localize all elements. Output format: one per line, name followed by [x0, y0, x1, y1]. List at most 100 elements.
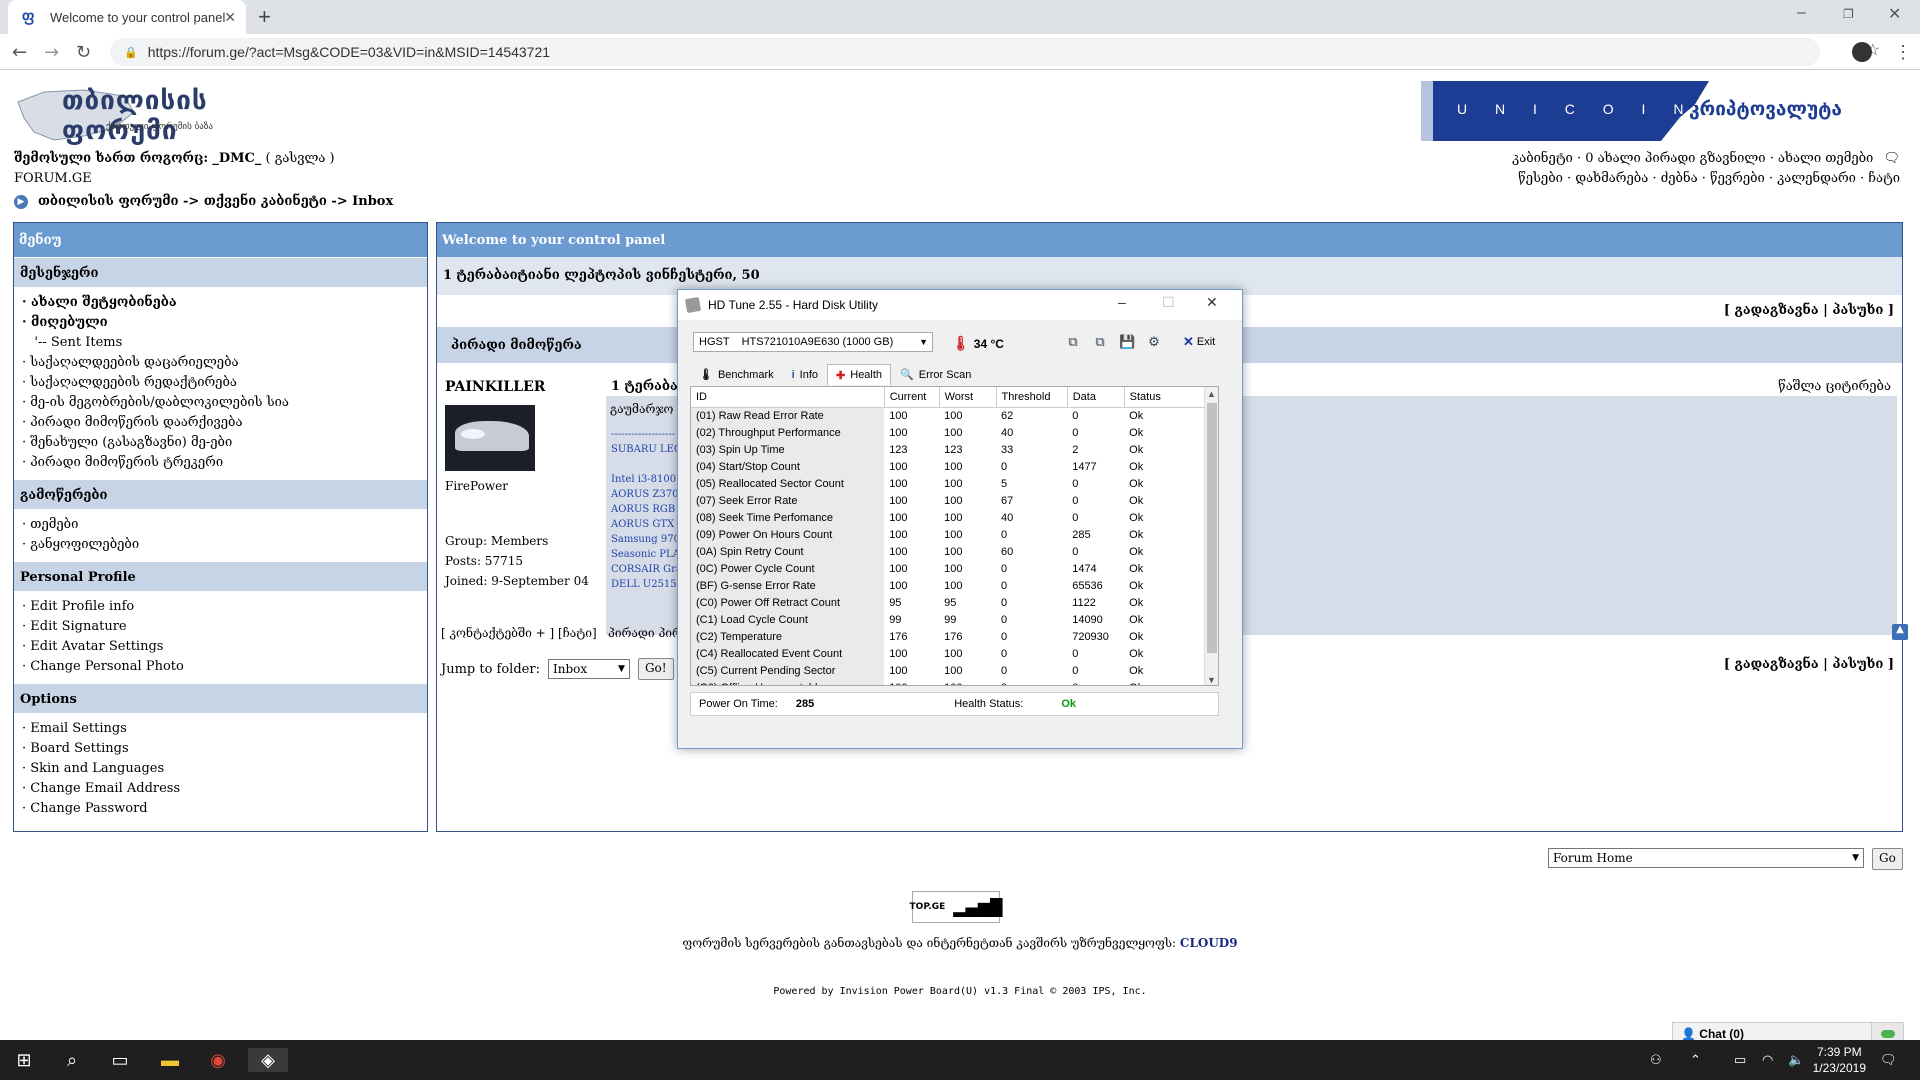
- menu-item-sent[interactable]: '-- Sent Items: [22, 333, 419, 353]
- exit-button[interactable]: ✕ Exit: [1183, 334, 1215, 350]
- menu-item-change-password[interactable]: · Change Password: [22, 799, 419, 819]
- volume-icon[interactable]: 🔈: [1788, 1052, 1804, 1068]
- task-view-icon[interactable]: ▭: [108, 1048, 132, 1072]
- column-header[interactable]: Data: [1067, 387, 1125, 408]
- menu-item-topics[interactable]: · თემები: [22, 515, 419, 535]
- menu-item-edit-signature[interactable]: · Edit Signature: [22, 617, 419, 637]
- tab-health[interactable]: ✚ Health: [827, 364, 892, 385]
- forum-home-select[interactable]: Forum Home ▼: [1548, 848, 1864, 868]
- table-row[interactable]: (07) Seek Error Rate 100 100 67 0 Ok: [691, 492, 1206, 509]
- system-clock[interactable]: 7:39 PM 1/23/2019: [1813, 1044, 1866, 1076]
- browser-tab[interactable]: ფ Welcome to your control panel ✕: [8, 0, 246, 34]
- table-row[interactable]: (C6) Offline Uncorrectable10010000Ok: [691, 679, 1206, 685]
- options-icon[interactable]: ⚙: [1146, 334, 1162, 350]
- forward-reply-links-bottom[interactable]: [ გადაგზავნა | პასუხი ]: [1724, 657, 1894, 672]
- minimize-icon[interactable]: –: [1797, 4, 1806, 22]
- column-header[interactable]: Worst: [939, 387, 997, 408]
- url-input[interactable]: 🔒 https://forum.ge/?act=Msg&CODE=03&VID=…: [110, 38, 1820, 66]
- table-row[interactable]: (0C) Power Cycle Count 100 100 0 1474 Ok: [691, 560, 1206, 577]
- menu-item-buddy-list[interactable]: · მე-ის მეგობრების/დაბლოკილების სია: [22, 393, 419, 413]
- table-row[interactable]: (01) Raw Read Error Rate 100 100 62 0 Ok: [691, 407, 1206, 424]
- reload-icon[interactable]: ↻: [76, 42, 91, 63]
- contacts-links[interactable]: [ კონტაქტებში + ] [ჩატი]: [441, 626, 597, 640]
- drive-select[interactable]: HGST HTS721010A9E630 (1000 GB) ▼: [693, 332, 933, 352]
- hdtune-taskbar-icon[interactable]: ◈: [248, 1048, 288, 1072]
- menu-item-saved[interactable]: · შენახული (გასაგზავნი) მე-ები: [22, 433, 419, 453]
- toplinks-row1[interactable]: კაბინეტი · 0 ახალი პირადი გზავნილი · ახა…: [1512, 151, 1873, 166]
- table-row[interactable]: (C4) Reallocated Event Count 100 100 0 0 Ok: [691, 645, 1206, 662]
- tab-error-scan[interactable]: 🔍 Error Scan: [891, 364, 980, 385]
- delete-quote-links[interactable]: წაშლა ციტირება: [1778, 379, 1891, 394]
- menu-icon[interactable]: ⋮: [1894, 42, 1912, 63]
- restore-icon[interactable]: ❐: [1843, 7, 1854, 21]
- menu-item-empty-folders[interactable]: · საქაღალდეების დაცარიელება: [22, 353, 419, 373]
- copy-icon[interactable]: ⧉: [1065, 334, 1081, 350]
- search-icon[interactable]: ⌕: [60, 1048, 84, 1072]
- notifications-icon[interactable]: 🗨: [1880, 1052, 1897, 1068]
- minimize-icon[interactable]: –: [1118, 294, 1126, 310]
- wifi-icon[interactable]: ◠: [1762, 1052, 1773, 1068]
- menu-item-change-photo[interactable]: · Change Personal Photo: [22, 657, 419, 677]
- table-row[interactable]: (03) Spin Up Time 123 123 33 2 Ok: [691, 441, 1206, 458]
- menu-item-tracker[interactable]: · პირადი მიმოწერის ტრეკერი: [22, 453, 419, 473]
- menu-item-edit-avatar[interactable]: · Edit Avatar Settings: [22, 637, 419, 657]
- file-explorer-icon[interactable]: ▬: [158, 1048, 182, 1072]
- windows-start-icon[interactable]: ⊞: [12, 1048, 36, 1072]
- unicoin-banner[interactable]: U N I C O I N კრიპტოვალუტა: [1421, 81, 1899, 141]
- poster-name[interactable]: PAINKILLER: [445, 379, 545, 395]
- hosting-brand-link[interactable]: CLOUD9: [1180, 936, 1238, 950]
- folder-select[interactable]: Inbox ▼: [547, 659, 630, 679]
- close-window-icon[interactable]: ✕: [1888, 4, 1901, 24]
- table-row[interactable]: (C5) Current Pending Sector 100 100 0 0 Ok: [691, 662, 1206, 679]
- table-row[interactable]: (04) Start/Stop Count 100 100 0 1477 Ok: [691, 458, 1206, 475]
- forward-icon[interactable]: →: [44, 42, 59, 63]
- close-icon[interactable]: ✕: [1206, 294, 1218, 311]
- table-row[interactable]: (05) Reallocated Sector Count 100 100 5 0 Ok: [691, 475, 1206, 492]
- table-row[interactable]: (02) Throughput Performance 100 100 40 0 Ok: [691, 424, 1206, 441]
- column-header[interactable]: Status: [1124, 387, 1207, 408]
- scroll-top-icon[interactable]: ▲: [1892, 624, 1908, 640]
- maximize-icon[interactable]: ☐: [1162, 294, 1175, 311]
- copy-all-icon[interactable]: ⧉: [1092, 334, 1108, 350]
- menu-item-change-email[interactable]: · Change Email Address: [22, 779, 419, 799]
- close-tab-icon[interactable]: ✕: [224, 9, 236, 26]
- people-icon[interactable]: ⚇: [1650, 1052, 1662, 1068]
- hdtune-titlebar[interactable]: HD Tune 2.55 - Hard Disk Utility – ☐ ✕: [678, 290, 1242, 320]
- menu-item-new-message[interactable]: · ახალი შეტყობინება: [22, 293, 419, 313]
- scroll-thumb[interactable]: [1207, 403, 1217, 653]
- tab-info[interactable]: i Info: [783, 364, 827, 385]
- table-row[interactable]: (BF) G-sense Error Rate 100 100 0 65536 Ok: [691, 577, 1206, 594]
- message-icon[interactable]: 🗨: [1883, 151, 1900, 166]
- site-toplinks[interactable]: წესები · დახმარება · ძებნა · წევრები · კ…: [1518, 171, 1900, 186]
- table-row[interactable]: (08) Seek Time Perfomance 100 100 40 0 Ok: [691, 509, 1206, 526]
- powered-by[interactable]: Powered by Invision Power Board(U) v1.3 …: [0, 986, 1920, 997]
- table-row[interactable]: (C0) Power Off Retract Count 95 95 0 1122 Ok: [691, 594, 1206, 611]
- breadcrumb-text[interactable]: თბილისის ფორუმი -> თქვენი კაბინეტი -> In…: [38, 194, 393, 209]
- table-row[interactable]: (09) Power On Hours Count 100 100 0 285 Ok: [691, 526, 1206, 543]
- forward-reply-links[interactable]: [ გადაგზავნა | პასუხი ]: [1724, 303, 1894, 318]
- scroll-down-icon[interactable]: ▼: [1207, 675, 1216, 685]
- go-button[interactable]: Go!: [637, 658, 674, 680]
- menu-item-archive[interactable]: · პირადი მიმოწერის დაარქივება: [22, 413, 419, 433]
- table-row[interactable]: (C1) Load Cycle Count 99 99 0 14090 Ok: [691, 611, 1206, 628]
- menu-item-inbox[interactable]: · მიღებული: [22, 313, 419, 333]
- column-header[interactable]: ID: [691, 387, 885, 408]
- column-header[interactable]: Threshold: [996, 387, 1068, 408]
- user-toplinks[interactable]: კაბინეტი · 0 ახალი პირადი გზავნილი · ახა…: [1512, 151, 1900, 166]
- forum-go-button[interactable]: Go: [1872, 848, 1903, 870]
- menu-item-forums[interactable]: · განყოფილებები: [22, 535, 419, 555]
- new-tab-button[interactable]: +: [258, 4, 271, 30]
- menu-item-board-settings[interactable]: · Board Settings: [22, 739, 419, 759]
- back-icon[interactable]: ←: [12, 42, 27, 63]
- column-header[interactable]: Current: [884, 387, 940, 408]
- vertical-scrollbar[interactable]: ▲ ▼: [1204, 387, 1218, 685]
- menu-item-email-settings[interactable]: · Email Settings: [22, 719, 419, 739]
- topge-counter[interactable]: TOP.GE ▂▄▆█: [910, 891, 1002, 923]
- chrome-icon[interactable]: ◉: [206, 1048, 230, 1072]
- menu-item-edit-profile[interactable]: · Edit Profile info: [22, 597, 419, 617]
- menu-item-skin[interactable]: · Skin and Languages: [22, 759, 419, 779]
- save-icon[interactable]: 💾: [1119, 334, 1135, 350]
- battery-icon[interactable]: ▭: [1734, 1052, 1746, 1068]
- logout-link[interactable]: ( გასვლა ): [266, 151, 335, 166]
- tray-chevron-icon[interactable]: ⌃: [1690, 1052, 1701, 1068]
